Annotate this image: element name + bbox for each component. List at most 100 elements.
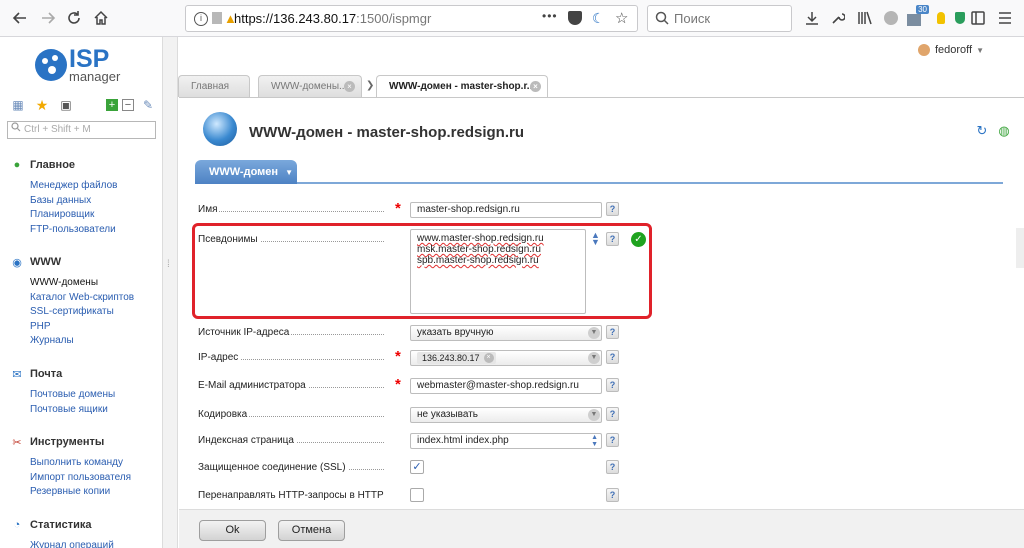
chevron-down-icon: ▼ xyxy=(588,352,600,364)
help-icon[interactable]: ? xyxy=(606,232,619,246)
home-icon[interactable] xyxy=(91,8,111,28)
help-icon[interactable]: ? xyxy=(606,460,619,474)
help-icon[interactable]: ? xyxy=(606,325,619,339)
remove-chip-icon[interactable]: × xyxy=(483,353,494,363)
form-footer: Ok Отмена xyxy=(179,509,1024,548)
sidebar-toggle-icon[interactable] xyxy=(969,9,987,27)
sidebar-item-databases[interactable]: Базы данных xyxy=(30,194,118,209)
tab-www-domain-edit[interactable]: WWW-домен - master-shop.r... × xyxy=(376,75,548,97)
menu-search-input[interactable]: Ctrl + Shift + M xyxy=(7,121,156,139)
address-bar[interactable]: i ▲ https://136.243.80.17:1500/ispmgr ••… xyxy=(185,5,638,32)
collapse-all-icon[interactable]: − xyxy=(122,99,134,111)
lightbulb-icon[interactable] xyxy=(932,9,950,27)
help-icon[interactable]: ? xyxy=(606,350,619,364)
sidebar-item-mailboxes[interactable]: Почтовые ящики xyxy=(30,403,115,418)
sidebar-section-header[interactable]: ✉ Почта xyxy=(10,366,115,382)
url-text[interactable]: https://136.243.80.17:1500/ispmgr xyxy=(234,11,431,26)
sidebar-section-header[interactable]: ◔ Статистика xyxy=(10,517,114,533)
download-icon[interactable] xyxy=(803,9,821,27)
reload-icon[interactable] xyxy=(64,8,84,28)
checkmark-icon: ✓ xyxy=(412,461,422,473)
sidebar-section-header[interactable]: ● Главное xyxy=(10,157,118,173)
ok-button[interactable]: Ok xyxy=(199,520,266,541)
form-row-encoding: Кодировка не указывать ▼ ? xyxy=(198,407,628,425)
help-icon[interactable]: ? xyxy=(606,378,619,392)
extension-icon[interactable]: 30 xyxy=(905,5,929,27)
sidebar-item-ftp-users[interactable]: FTP-пользователи xyxy=(30,223,118,238)
library-icon[interactable] xyxy=(856,9,874,27)
chevron-down-icon: ▼ xyxy=(588,327,600,339)
home-section-icon: ● xyxy=(13,159,21,171)
sidebar-item-scheduler[interactable]: Планировщик xyxy=(30,208,118,223)
menu-icon[interactable] xyxy=(996,9,1014,27)
resize-arrows-icon[interactable]: ▲ ▼ xyxy=(591,231,600,247)
admin-email-input[interactable]: webmaster@master-shop.redsign.ru xyxy=(410,378,602,394)
sidebar-item-php[interactable]: PHP xyxy=(30,320,134,335)
browser-search-input[interactable]: Поиск xyxy=(647,5,792,32)
sidebar-item-ssl-certs[interactable]: SSL-сертификаты xyxy=(30,305,134,320)
bookmark-star-icon[interactable]: ☆ xyxy=(615,9,628,27)
favorites-star-icon[interactable]: ★ xyxy=(34,97,50,113)
ssl-checkbox[interactable]: ✓ xyxy=(410,460,424,474)
close-icon[interactable]: × xyxy=(530,81,541,92)
moon-icon[interactable]: ☾ xyxy=(592,10,605,27)
form-row-https-redirect: Перенаправлять HTTP-запросы в HTTPS ? xyxy=(198,488,628,506)
sidebar-item-web-scripts[interactable]: Каталог Web-скриптов xyxy=(30,291,134,306)
sidebar-item-mail-domains[interactable]: Почтовые домены xyxy=(30,388,115,403)
help-icon[interactable]: ? xyxy=(606,407,619,421)
encoding-select[interactable]: не указывать ▼ xyxy=(410,407,602,423)
sidebar-section-header[interactable]: ✂ Инструменты xyxy=(10,434,131,450)
close-icon[interactable]: × xyxy=(344,81,355,92)
required-marker: * xyxy=(395,200,401,217)
help-icon[interactable]: ? xyxy=(606,488,619,502)
tab-home[interactable]: Главная xyxy=(178,75,250,97)
sidebar-item-run-command[interactable]: Выполнить команду xyxy=(30,456,131,471)
grid-menu-icon[interactable]: ▦ xyxy=(10,97,26,113)
sidebar-item-file-manager[interactable]: Менеджер файлов xyxy=(30,179,118,194)
insecure-lock-icon[interactable]: ▲ xyxy=(224,11,237,26)
field-label: E-Mail администратора xyxy=(198,380,308,391)
chevron-down-icon: ▼ xyxy=(588,409,600,421)
briefcase-icon[interactable]: ▣ xyxy=(58,97,74,113)
pin-icon[interactable]: ✎ xyxy=(140,97,156,113)
right-panel-grip[interactable] xyxy=(1016,228,1024,268)
form-tab-www-domain[interactable]: WWW-домен ▼ xyxy=(195,160,297,184)
help-icon[interactable]: ? xyxy=(606,433,619,447)
back-arrow-icon[interactable] xyxy=(10,8,30,28)
shield-icon[interactable] xyxy=(951,9,969,27)
ip-chip[interactable]: 136.243.80.17 × xyxy=(417,352,496,364)
https-redirect-checkbox[interactable] xyxy=(410,488,424,502)
browser-toolbar: i ▲ https://136.243.80.17:1500/ispmgr ••… xyxy=(0,0,1024,37)
sidebar-section-stats: ◔ Статистика Журнал операций xyxy=(10,517,114,548)
sidebar-item-logs[interactable]: Журналы xyxy=(30,334,134,349)
page-icon xyxy=(212,12,222,24)
sidebar-item-operations-log[interactable]: Журнал операций xyxy=(30,539,114,548)
resize-arrows-icon[interactable]: ▲ ▼ xyxy=(591,434,598,448)
globe-gray-icon[interactable] xyxy=(882,9,900,27)
help-globe-icon[interactable]: ◍ xyxy=(996,123,1012,139)
help-icon[interactable]: ? xyxy=(606,202,619,216)
sidebar-item-backups[interactable]: Резервные копии xyxy=(30,485,131,500)
user-menu[interactable]: fedoroff ▼ xyxy=(917,44,984,56)
tab-www-domains[interactable]: WWW-домены... × xyxy=(258,75,362,97)
ip-source-select[interactable]: указать вручную ▼ xyxy=(410,325,602,341)
sidebar-splitter[interactable]: ⁞ xyxy=(163,37,178,548)
index-page-input[interactable]: index.html index.php ▲ ▼ xyxy=(410,433,602,449)
name-input[interactable]: master-shop.redsign.ru xyxy=(410,202,602,218)
sidebar-item-import-user[interactable]: Импорт пользователя xyxy=(30,471,131,486)
aliases-textarea[interactable]: www.master-shop.redsign.ru msk.master-sh… xyxy=(410,229,586,314)
field-label: Индексная страница xyxy=(198,435,296,446)
refresh-icon[interactable]: ↻ xyxy=(974,123,990,139)
form-row-ip-address: IP-адрес * 136.243.80.17 × ▼ ? xyxy=(198,348,628,368)
cancel-button[interactable]: Отмена xyxy=(278,520,345,541)
info-icon[interactable]: i xyxy=(194,12,208,26)
forward-arrow-icon[interactable] xyxy=(38,8,58,28)
pocket-icon[interactable] xyxy=(568,11,582,25)
ip-address-select[interactable]: 136.243.80.17 × ▼ xyxy=(410,350,602,366)
page-actions-icon[interactable]: ••• xyxy=(542,9,558,23)
sidebar-item-www-domains[interactable]: WWW-домены xyxy=(30,276,134,291)
wrench-icon[interactable] xyxy=(829,9,847,27)
page-title: WWW-домен - master-shop.redsign.ru xyxy=(249,124,525,141)
expand-all-icon[interactable]: + xyxy=(106,99,118,111)
sidebar-section-header[interactable]: ◉ WWW xyxy=(10,254,134,270)
